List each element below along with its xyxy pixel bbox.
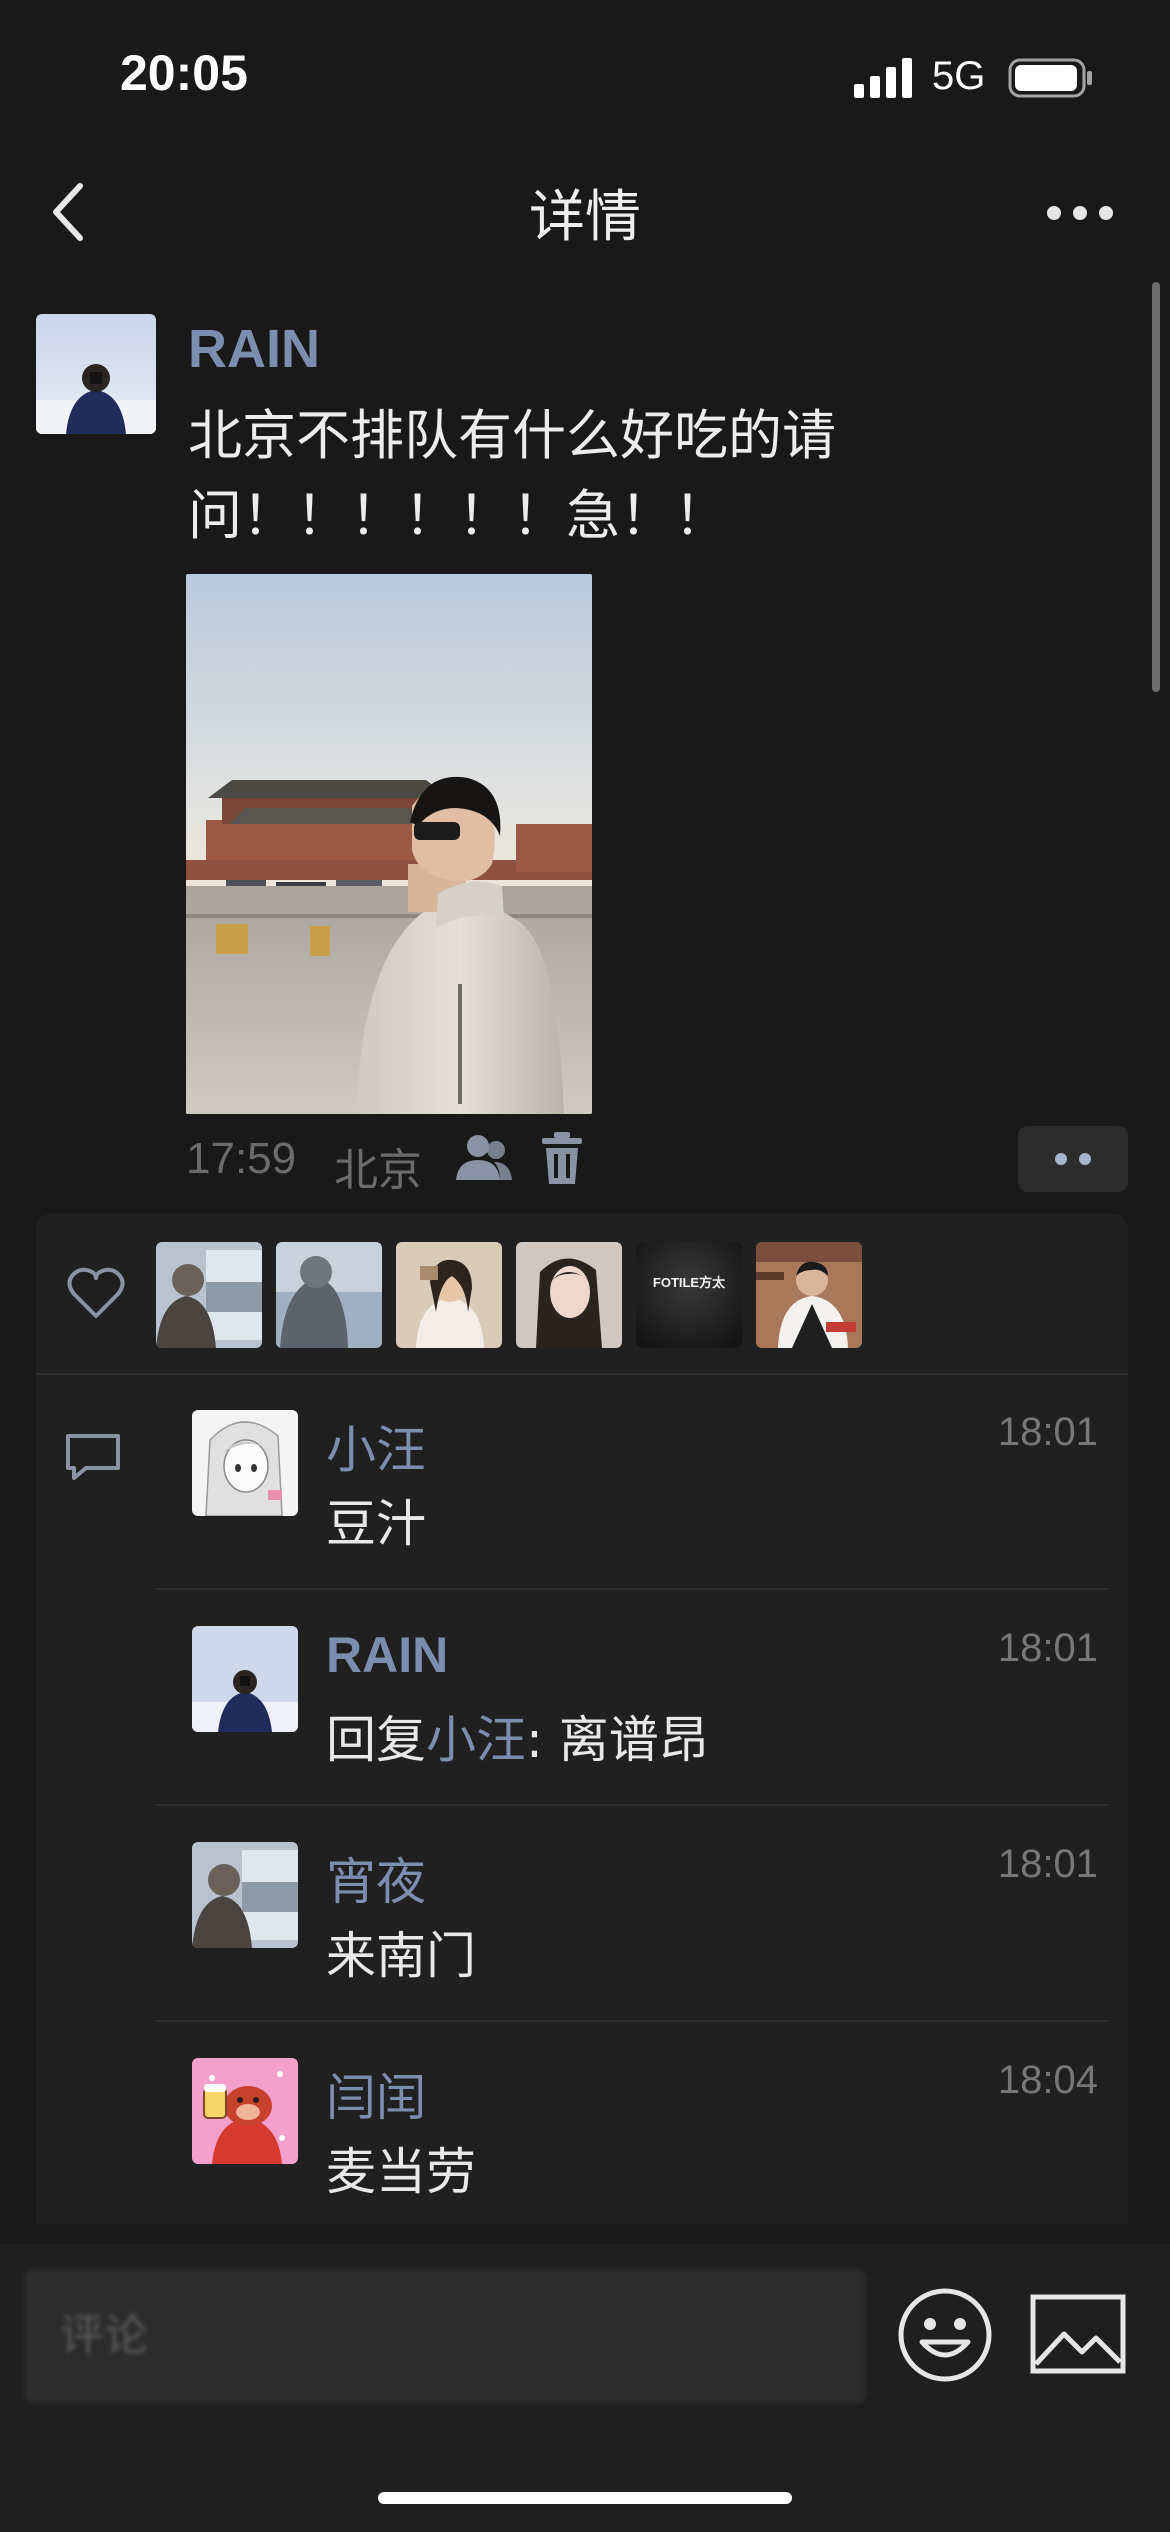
comment-bar: 评论 bbox=[0, 2244, 1170, 2532]
reply-text: 离谱昂 bbox=[558, 1711, 709, 1769]
comment-avatar[interactable] bbox=[192, 1410, 298, 1516]
emoji-icon[interactable] bbox=[896, 2286, 994, 2384]
comment-item[interactable]: RAIN 18:01 回复小汪: 离谱昂 bbox=[156, 1590, 1128, 1806]
fotile-logo-text: FOTILE方太 bbox=[653, 1275, 726, 1290]
comment-text: 回复小汪: 离谱昂 bbox=[326, 1700, 709, 1772]
like-avatar-fotile[interactable]: FOTILE方太 bbox=[636, 1242, 742, 1348]
interaction-panel: FOTILE方太 小汪 18:01 豆汁 RAIN 18:01 回复小汪: 离谱… bbox=[36, 1214, 1128, 2224]
nav-bar: 详情 bbox=[0, 150, 1170, 272]
signal-bars-icon bbox=[854, 58, 912, 98]
like-avatar[interactable] bbox=[276, 1242, 382, 1348]
comment-author[interactable]: 宵夜 bbox=[326, 1842, 426, 1914]
comment-input[interactable]: 评论 bbox=[24, 2268, 866, 2404]
comment-avatar[interactable] bbox=[192, 1842, 298, 1948]
more-button[interactable] bbox=[1040, 188, 1120, 238]
comment-time: 18:04 bbox=[997, 2058, 1098, 2102]
comment-text: 麦当劳 bbox=[326, 2143, 476, 2201]
comment-item[interactable]: 小汪 18:01 豆汁 bbox=[156, 1374, 1128, 1590]
heart-icon bbox=[67, 1267, 125, 1318]
post-text: 北京不排队有什么好吃的请问！！！！！！急！！ bbox=[188, 404, 836, 547]
like-avatar[interactable] bbox=[516, 1242, 622, 1348]
post-time: 17:59 bbox=[186, 1134, 297, 1183]
post-photo[interactable] bbox=[186, 574, 592, 1114]
author-name[interactable]: RAIN bbox=[188, 318, 320, 380]
likes-row: FOTILE方太 bbox=[36, 1214, 1128, 1374]
comment-item[interactable]: 宵夜 18:01 来南门 bbox=[156, 1806, 1128, 2022]
status-bar: 20:05 5G bbox=[0, 0, 1170, 150]
network-label: 5G bbox=[932, 54, 986, 98]
comment-avatar[interactable] bbox=[192, 2058, 298, 2164]
home-indicator[interactable] bbox=[378, 2492, 792, 2504]
comment-time: 18:01 bbox=[997, 1626, 1098, 1670]
comment-author[interactable]: 闫闰 bbox=[326, 2058, 426, 2130]
status-time: 20:05 bbox=[120, 45, 248, 101]
comment-text: 豆汁 bbox=[326, 1495, 426, 1553]
battery-icon bbox=[1008, 58, 1092, 98]
trash-icon[interactable] bbox=[540, 1130, 584, 1186]
author-avatar[interactable] bbox=[36, 314, 156, 434]
like-avatar[interactable] bbox=[156, 1242, 262, 1348]
two-dots-icon[interactable] bbox=[1018, 1126, 1128, 1192]
like-avatar[interactable] bbox=[396, 1242, 502, 1348]
moments-detail-screen: 20:05 5G 详情 RAIN 北京不排队有什么好吃的请问！！！！！！急！！ … bbox=[0, 0, 1170, 2532]
comment-time: 18:01 bbox=[997, 1842, 1098, 1886]
comment-text: 来南门 bbox=[326, 1927, 476, 1985]
comment-avatar[interactable] bbox=[192, 1626, 298, 1732]
comment-author[interactable]: RAIN bbox=[326, 1626, 448, 1684]
reply-target[interactable]: 小汪 bbox=[426, 1711, 526, 1769]
like-avatar[interactable] bbox=[756, 1242, 862, 1348]
comment-time: 18:01 bbox=[997, 1410, 1098, 1454]
contacts-icon[interactable] bbox=[454, 1132, 514, 1184]
reply-separator: : bbox=[526, 1711, 559, 1769]
page-title: 详情 bbox=[529, 185, 641, 250]
image-icon[interactable] bbox=[1030, 2294, 1126, 2374]
post-location[interactable]: 北京 bbox=[334, 1134, 422, 1198]
scrollbar[interactable] bbox=[1152, 282, 1160, 692]
comment-icon bbox=[66, 1434, 120, 1480]
comment-author[interactable]: 小汪 bbox=[326, 1410, 426, 1482]
comment-item[interactable]: 闫闰 18:04 麦当劳 bbox=[156, 2022, 1128, 2224]
reply-prefix: 回复 bbox=[326, 1711, 426, 1769]
